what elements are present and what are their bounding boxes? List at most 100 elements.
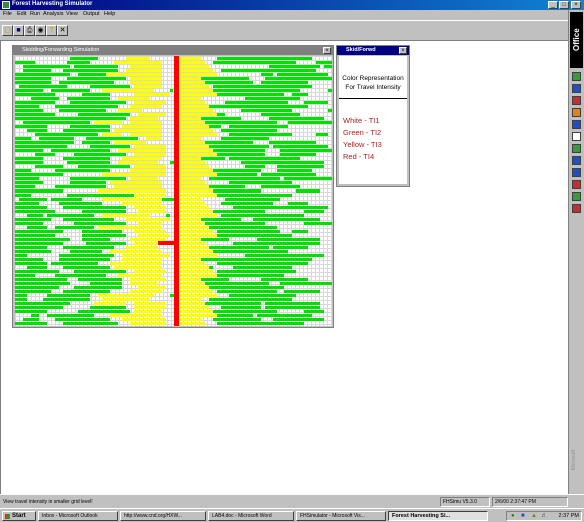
yellow-intensity-cell xyxy=(177,92,218,96)
print-icon[interactable]: ⎙ xyxy=(24,25,35,36)
green-intensity-cell xyxy=(15,177,39,181)
office-app-icon[interactable] xyxy=(572,108,581,117)
green-intensity-cell xyxy=(217,274,285,278)
tray-icon[interactable]: ● xyxy=(511,513,515,519)
green-intensity-cell xyxy=(38,137,75,141)
menu-file[interactable]: File xyxy=(3,11,12,17)
green-intensity-cell xyxy=(276,165,325,169)
green-intensity-cell xyxy=(26,266,47,270)
menu-edit[interactable]: Edit xyxy=(17,11,26,17)
green-intensity-cell xyxy=(15,310,47,314)
taskbar-item-word[interactable]: LAB4.doc - Microsoft Word xyxy=(208,511,294,521)
green-intensity-cell xyxy=(15,137,31,141)
green-intensity-cell xyxy=(264,306,321,310)
green-intensity-cell xyxy=(213,153,265,157)
simulation-close-button[interactable]: × xyxy=(323,47,331,54)
yellow-intensity-cell xyxy=(129,76,162,80)
green-intensity-cell xyxy=(15,60,35,64)
green-intensity-cell xyxy=(221,306,261,310)
menu-view[interactable]: View xyxy=(66,11,78,17)
yellow-intensity-cell xyxy=(177,56,202,60)
green-intensity-cell xyxy=(264,302,321,306)
volume-icon[interactable]: ♬ xyxy=(541,513,547,519)
legend-item-green: Green - TI2 xyxy=(343,128,382,137)
office-app-icon[interactable] xyxy=(572,120,581,129)
yellow-intensity-cell xyxy=(177,270,214,274)
simulation-window-title-bar[interactable]: Skidding/Forwarding Simulation xyxy=(13,46,333,55)
green-intensity-cell xyxy=(205,282,269,286)
minimize-button[interactable]: _ xyxy=(548,1,558,9)
green-intensity-cell xyxy=(260,80,309,84)
green-intensity-cell xyxy=(90,306,126,310)
green-intensity-cell xyxy=(46,294,91,298)
open-icon[interactable]: ▢ xyxy=(2,25,13,36)
yellow-intensity-cell xyxy=(121,125,162,129)
office-app-icon[interactable] xyxy=(572,132,581,141)
green-intensity-cell xyxy=(78,310,130,314)
office-app-icon[interactable] xyxy=(572,84,581,93)
green-intensity-cell xyxy=(74,153,126,157)
office-watermark: Microsoft xyxy=(571,450,577,471)
taskbar-item-browser[interactable]: http://www.cnd.org/HXW... xyxy=(120,511,206,521)
green-intensity-cell xyxy=(284,290,321,294)
menu-analysis[interactable]: Analysis xyxy=(43,11,63,17)
green-intensity-cell xyxy=(15,193,31,197)
green-intensity-cell xyxy=(252,217,321,221)
menu-output[interactable]: Output xyxy=(83,11,100,17)
yellow-intensity-cell xyxy=(133,92,170,96)
office-app-icon[interactable] xyxy=(572,156,581,165)
green-intensity-cell xyxy=(62,245,115,249)
help-icon[interactable]: ? xyxy=(46,25,57,36)
green-intensity-cell xyxy=(15,257,43,261)
legend-close-button[interactable]: × xyxy=(399,47,407,54)
green-intensity-cell xyxy=(90,56,99,60)
yellow-intensity-cell xyxy=(177,249,214,253)
windows-logo-icon xyxy=(5,514,10,519)
green-intensity-cell xyxy=(70,125,111,129)
office-app-icon[interactable] xyxy=(572,144,581,153)
close-button[interactable]: × xyxy=(571,1,581,9)
yellow-intensity-cell xyxy=(110,262,162,266)
green-intensity-cell xyxy=(15,185,35,189)
binoculars-icon[interactable]: ◉ xyxy=(35,25,46,36)
office-app-icon[interactable] xyxy=(572,180,581,189)
menu-run[interactable]: Run xyxy=(30,11,40,17)
yellow-intensity-cell xyxy=(137,286,166,290)
close-icon[interactable]: ✕ xyxy=(57,25,68,36)
yellow-intensity-cell xyxy=(177,116,202,120)
green-intensity-cell xyxy=(228,181,293,185)
yellow-intensity-cell xyxy=(129,104,162,108)
yellow-intensity-cell xyxy=(94,120,122,124)
simulation-window[interactable]: Skidding/Forwarding Simulation × xyxy=(12,45,334,328)
menu-help[interactable]: Help xyxy=(104,11,115,17)
taskbar-item-outlook[interactable]: Inbox - Microsoft Outlook xyxy=(38,511,118,521)
office-logo[interactable]: Office xyxy=(570,12,583,68)
green-intensity-cell xyxy=(30,314,39,318)
start-button[interactable]: Start xyxy=(2,511,36,521)
green-intensity-cell xyxy=(58,108,107,112)
office-app-icon[interactable] xyxy=(572,192,581,201)
save-icon[interactable]: ■ xyxy=(13,25,24,36)
yellow-intensity-cell xyxy=(129,133,162,137)
green-intensity-cell xyxy=(244,165,265,169)
green-intensity-cell xyxy=(50,88,91,92)
taskbar-item-visio[interactable]: FHSimulator - Microsoft Vis... xyxy=(296,511,386,521)
green-intensity-cell xyxy=(15,322,47,326)
office-app-icon[interactable] xyxy=(572,96,581,105)
yellow-intensity-cell xyxy=(102,133,122,137)
travel-intensity-grid[interactable] xyxy=(15,56,332,326)
green-intensity-cell xyxy=(328,88,332,92)
office-app-icon[interactable] xyxy=(572,72,581,81)
yellow-intensity-cell xyxy=(177,108,214,112)
legend-window[interactable]: Skid/Forwd × Color Representation For Tr… xyxy=(336,45,410,187)
tray-icon[interactable]: ■ xyxy=(521,513,525,519)
green-intensity-cell xyxy=(15,100,55,104)
tray-icon[interactable]: ▲ xyxy=(531,513,537,519)
tree-app-icon[interactable] xyxy=(2,1,10,9)
taskbar-item-forest-harvesting[interactable]: Forest Harvesting Si... xyxy=(388,511,488,521)
office-app-icon[interactable] xyxy=(572,204,581,213)
green-intensity-cell xyxy=(22,68,51,72)
office-app-icon[interactable] xyxy=(572,168,581,177)
restore-button[interactable]: □ xyxy=(559,1,569,9)
green-intensity-cell xyxy=(304,100,329,104)
